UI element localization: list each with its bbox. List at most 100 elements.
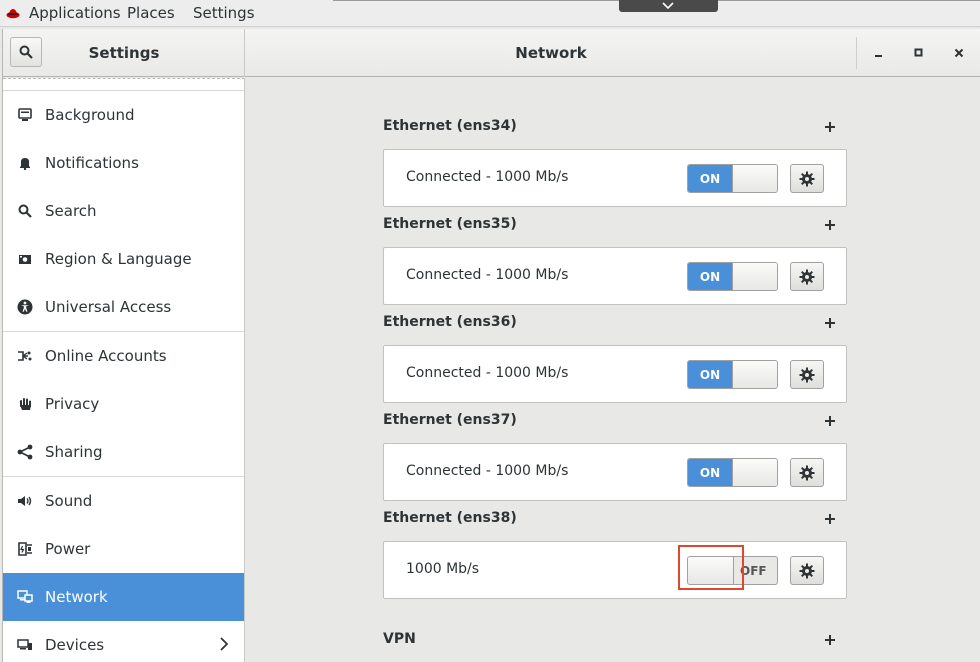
sidebar-item-label: Sound — [45, 492, 93, 510]
connection-settings-button[interactable] — [790, 164, 824, 193]
settings-menu[interactable]: Settings — [193, 4, 255, 22]
sidebar-title: Settings — [88, 44, 160, 62]
connection-status: Connected - 1000 Mb/s — [406, 169, 569, 185]
add-connection-icon[interactable] — [823, 120, 837, 134]
connection-toggle[interactable]: ON — [687, 164, 778, 193]
toggle-on-label: ON — [688, 263, 732, 290]
connection-card: Connected - 1000 Mb/s ON — [383, 443, 847, 501]
sidebar-item-region-language[interactable]: Region & Language — [3, 235, 244, 283]
sidebar-item-label: Sharing — [45, 443, 103, 461]
toggle-knob — [732, 263, 777, 290]
toggle-on-label: ON — [688, 361, 732, 388]
close-icon — [954, 48, 964, 58]
add-connection-icon[interactable] — [823, 414, 837, 428]
network-icon — [17, 589, 33, 605]
close-button[interactable] — [949, 43, 969, 63]
background-icon — [17, 107, 33, 123]
speaker-icon — [17, 493, 33, 509]
search-icon — [17, 203, 33, 219]
section-title: Ethernet (ens34) — [383, 118, 517, 134]
redhat-logo-icon[interactable] — [6, 6, 20, 20]
toggle-on-label: ON — [688, 459, 732, 486]
gear-icon — [799, 563, 815, 578]
network-panel: Ethernet (ens34) Connected - 1000 Mb/s O… — [246, 78, 980, 662]
sidebar-item-sound[interactable]: Sound — [3, 477, 244, 525]
sidebar-item-label: Power — [45, 540, 91, 558]
page-title: Network — [515, 44, 587, 62]
connection-status: Connected - 1000 Mb/s — [406, 267, 569, 283]
connection-settings-button[interactable] — [790, 262, 824, 291]
vpn-section-title: VPN — [383, 631, 416, 647]
sidebar-header: Settings — [3, 29, 245, 77]
minimize-icon — [875, 55, 882, 57]
chevron-down-icon — [662, 2, 674, 10]
sidebar-item-privacy[interactable]: Privacy — [3, 380, 244, 428]
add-connection-icon[interactable] — [823, 316, 837, 330]
online-accounts-icon — [17, 348, 33, 364]
connection-status: 1000 Mb/s — [406, 561, 480, 577]
devices-icon — [17, 637, 33, 653]
connection-card: Connected - 1000 Mb/s ON — [383, 247, 847, 305]
sidebar-item-universal-access[interactable]: Universal Access — [3, 283, 244, 331]
sidebar-item-label: Network — [45, 588, 108, 606]
sidebar-item-notifications[interactable]: Notifications — [3, 139, 244, 187]
sidebar-item-label: Universal Access — [45, 298, 172, 316]
gear-icon — [799, 171, 815, 186]
connection-toggle[interactable]: ON — [687, 360, 778, 389]
add-vpn-icon[interactable] — [823, 633, 837, 647]
sidebar-item-devices[interactable]: Devices — [3, 621, 244, 662]
places-menu[interactable]: Places — [127, 4, 175, 22]
connection-settings-button[interactable] — [790, 556, 824, 585]
sidebar-item-background[interactable]: Background — [3, 91, 244, 139]
message-tray-handle[interactable] — [619, 0, 718, 12]
sidebar-item-label: Region & Language — [45, 250, 192, 268]
sidebar-item-label: Online Accounts — [45, 347, 167, 365]
sidebar-item-search[interactable]: Search — [3, 187, 244, 235]
connection-toggle[interactable]: ON — [687, 458, 778, 487]
gear-icon — [799, 269, 815, 284]
highlight-box — [678, 545, 744, 590]
section-title: Ethernet (ens36) — [383, 314, 517, 330]
sidebar-item-network[interactable]: Network — [3, 573, 244, 621]
connection-status: Connected - 1000 Mb/s — [406, 463, 569, 479]
sidebar-item-label: Search — [45, 202, 97, 220]
bell-icon — [17, 155, 33, 171]
header-separator — [856, 37, 857, 69]
hand-icon — [17, 396, 33, 412]
chevron-right-icon — [220, 637, 228, 651]
sidebar-item-sharing[interactable]: Sharing — [3, 428, 244, 476]
maximize-icon — [914, 48, 923, 57]
accessibility-icon — [17, 299, 33, 315]
region-icon — [17, 251, 33, 267]
gear-icon — [799, 465, 815, 480]
sidebar-item-power[interactable]: Power — [3, 525, 244, 573]
section-title: Ethernet (ens37) — [383, 412, 517, 428]
add-connection-icon[interactable] — [823, 512, 837, 526]
share-icon — [17, 444, 33, 460]
section-title: Ethernet (ens35) — [383, 216, 517, 232]
sidebar-item-online-accounts[interactable]: Online Accounts — [3, 332, 244, 380]
sidebar-item-label: Notifications — [45, 154, 139, 172]
sidebar-item-label: Devices — [45, 636, 105, 654]
power-icon — [17, 541, 33, 557]
minimize-button[interactable] — [869, 43, 889, 63]
add-connection-icon[interactable] — [823, 218, 837, 232]
maximize-button[interactable] — [909, 43, 929, 63]
header-bar: Settings Network — [3, 29, 980, 77]
gear-icon — [799, 367, 815, 382]
connection-card: Connected - 1000 Mb/s ON — [383, 345, 847, 403]
connection-status: Connected - 1000 Mb/s — [406, 365, 569, 381]
toggle-knob — [732, 165, 777, 192]
connection-card: 1000 Mb/s OFF — [383, 541, 847, 599]
connection-settings-button[interactable] — [790, 458, 824, 487]
applications-menu[interactable]: Applications — [29, 4, 121, 22]
connection-card: Connected - 1000 Mb/s ON — [383, 149, 847, 207]
toggle-knob — [732, 361, 777, 388]
connection-toggle[interactable]: ON — [687, 262, 778, 291]
toggle-knob — [732, 459, 777, 486]
sidebar: Background Notifications Search Region &… — [3, 78, 245, 662]
sidebar-item-label: Privacy — [45, 395, 100, 413]
scroll-indicator — [3, 78, 244, 80]
settings-window: Settings Network Background Notification… — [2, 29, 980, 662]
connection-settings-button[interactable] — [790, 360, 824, 389]
